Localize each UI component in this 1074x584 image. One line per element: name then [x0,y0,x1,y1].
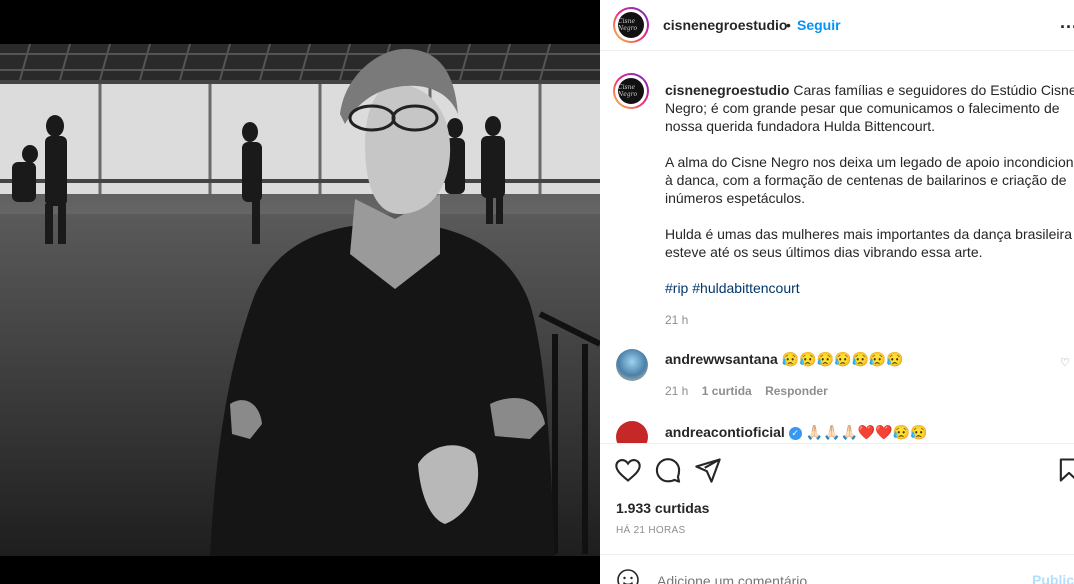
likes-count[interactable]: 1.933 curtidas [616,500,709,516]
avatar-logo: Cisne Negro [618,12,644,38]
caption-time[interactable]: 21 h [665,311,1074,329]
comment: andrewwsantana 😥😥😥😥😥😥😥 [665,351,904,368]
comment-avatar[interactable] [616,421,648,443]
hashtag-link[interactable]: #rip [665,280,688,296]
profile-avatar[interactable]: Cisne Negro [613,7,649,43]
caption-paragraph-2: A alma do Cisne Negro nos deixa um legad… [665,154,1074,206]
caption-username[interactable]: cisnenegroestudio [665,82,789,98]
post-date[interactable]: HÁ 21 HORAS [616,525,685,536]
comment-time[interactable]: 21 h [665,384,688,398]
caption-avatar[interactable]: Cisne Negro [613,73,649,109]
post-actions: 1.933 curtidas HÁ 21 HORAS Publicar [600,443,1074,584]
comment-meta: 21 h 1 curtida Responder [665,384,828,398]
hashtag-link[interactable]: #huldabittencourt [692,280,799,296]
caption-paragraph-3: Hulda é umas das mulheres mais important… [665,226,1074,260]
follow-button[interactable]: Seguir [797,17,841,33]
comment-text: 🙏🏻🙏🏻🙏🏻❤️❤️😥😥 [805,424,928,440]
post-photo[interactable] [0,44,600,556]
photo-illustration [0,44,600,556]
emoji-icon[interactable] [616,568,640,584]
comment-bubble-icon[interactable] [654,456,682,484]
caption: cisnenegroestudio Caras famílias e segui… [665,81,1074,329]
publish-button[interactable]: Publicar [1032,572,1074,584]
header-username[interactable]: cisnenegroestudio [663,17,787,33]
save-bookmark-icon[interactable] [1055,456,1074,484]
separator-dot: • [786,17,791,33]
post-header: Cisne Negro cisnenegroestudio • Seguir .… [600,0,1074,51]
divider [600,554,1074,555]
comment-like-icon[interactable]: ♡ [1060,356,1070,369]
comment-avatar[interactable] [616,349,648,381]
share-paper-plane-icon[interactable] [694,456,722,484]
caption-avatar-logo: Cisne Negro [618,78,644,104]
like-heart-icon[interactable] [614,456,642,484]
comments-list[interactable]: Cisne Negro cisnenegroestudio Caras famí… [600,51,1074,443]
caption-hashtags: #rip #huldabittencourt [665,279,1074,297]
more-options-icon[interactable]: ... [1060,12,1074,33]
reply-button[interactable]: Responder [765,384,828,398]
post-details: Cisne Negro cisnenegroestudio • Seguir .… [600,0,1074,584]
comment-likes[interactable]: 1 curtida [702,384,752,398]
comment-text: 😥😥😥😥😥😥😥 [781,351,904,367]
comment-username[interactable]: andreacontioficial [665,424,785,440]
comment-input[interactable] [655,570,1019,584]
comment-username[interactable]: andrewwsantana [665,351,778,367]
verified-badge-icon: ✓ [788,426,802,440]
media-panel [0,0,600,584]
caption-paragraph-1: cisnenegroestudio Caras famílias e segui… [665,81,1074,135]
comment: andreacontioficial ✓ 🙏🏻🙏🏻🙏🏻❤️❤️😥😥 [665,424,928,441]
